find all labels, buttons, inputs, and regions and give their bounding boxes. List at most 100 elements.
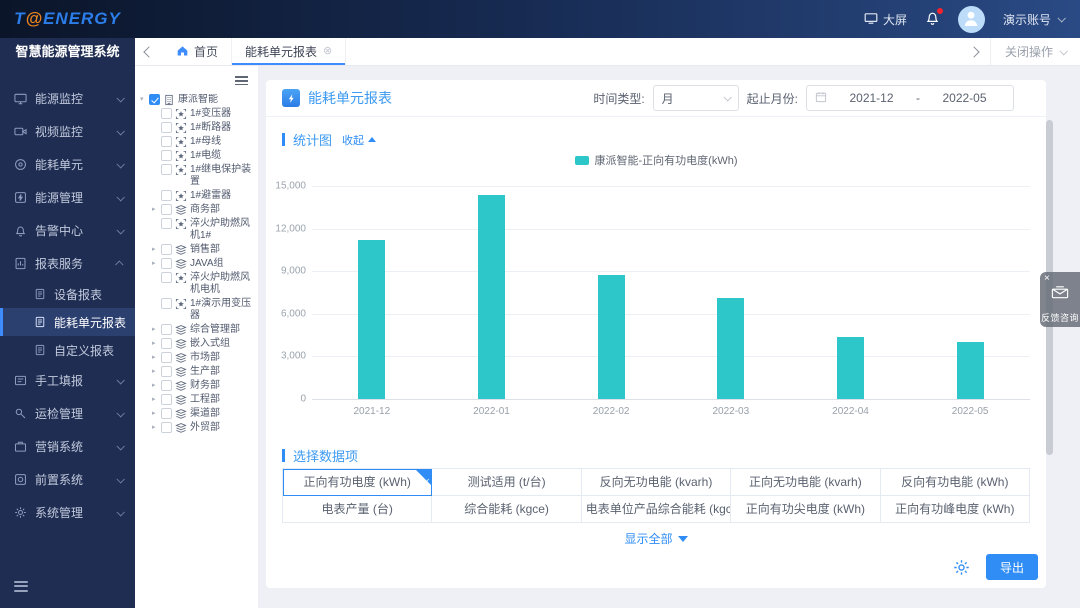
sidebar-item-9[interactable]: 前置系统 [0, 463, 135, 496]
feedback-widget[interactable]: 反馈咨询 [1040, 272, 1080, 327]
tree-checkbox[interactable] [161, 150, 172, 161]
tree-checkbox[interactable] [161, 122, 172, 133]
tree-node[interactable]: 淬火炉助燃风机1# [152, 218, 256, 242]
tree-node[interactable]: 1#电缆 [152, 150, 256, 162]
close-icon[interactable] [323, 46, 332, 57]
sidebar-item-8[interactable]: 营销系统 [0, 430, 135, 463]
show-all-link[interactable]: 显示全部 [266, 530, 1046, 547]
data-item-cell-1-4[interactable]: 正向有功峰电度 (kWh) [881, 496, 1030, 523]
tree-node[interactable]: ▸外贸部 [152, 422, 256, 434]
range-start-value[interactable]: 2021-12 [831, 91, 912, 105]
sidebar-subitem-5-1[interactable]: 能耗单元报表 [0, 308, 135, 336]
sidebar-item-3[interactable]: 能源管理 [0, 181, 135, 214]
tab-energy-unit-report[interactable]: 能耗单元报表 [232, 38, 346, 65]
tree-caret-icon[interactable]: ▸ [152, 324, 161, 336]
collapse-chart-link[interactable]: 收起 [342, 132, 376, 148]
tree-checkbox[interactable] [161, 258, 172, 269]
account-menu[interactable]: 演示账号 [1003, 11, 1064, 28]
tree-node[interactable]: ▸嵌入式组 [152, 338, 256, 350]
nav-back-button[interactable] [135, 45, 163, 59]
tree-node[interactable]: 1#继电保护装置 [152, 164, 256, 188]
tree-caret-icon[interactable]: ▾ [140, 94, 149, 106]
close-operations-dropdown[interactable]: 关闭操作 [990, 38, 1080, 65]
tree-checkbox[interactable] [149, 94, 160, 105]
tree-checkbox[interactable] [161, 366, 172, 377]
tree-collapse-button[interactable] [235, 74, 248, 88]
sidebar-item-0[interactable]: 能源监控 [0, 82, 135, 115]
tree-caret-icon[interactable]: ▸ [152, 394, 161, 406]
data-item-cell-0-2[interactable]: 反向无功电能 (kvarh) [582, 469, 731, 496]
tree-caret-icon[interactable]: ▸ [152, 244, 161, 256]
notification-bell-button[interactable] [925, 10, 940, 28]
data-item-cell-1-1[interactable]: 综合能耗 (kgce) [432, 496, 581, 523]
tree-checkbox[interactable] [161, 204, 172, 215]
tree-checkbox[interactable] [161, 244, 172, 255]
tree-caret-icon[interactable]: ▸ [152, 258, 161, 270]
tree-caret-icon[interactable]: ▸ [152, 408, 161, 420]
tree-node[interactable]: 1#母线 [152, 136, 256, 148]
tree-checkbox[interactable] [161, 272, 172, 283]
tree-checkbox[interactable] [161, 164, 172, 175]
tree-checkbox[interactable] [161, 108, 172, 119]
tree-caret-icon[interactable]: ▸ [152, 422, 161, 434]
sidebar-item-2[interactable]: 能耗单元 [0, 148, 135, 181]
sidebar-item-4[interactable]: 告警中心 [0, 214, 135, 247]
nav-forward-button[interactable] [958, 45, 990, 59]
tree-node[interactable]: ▸生产部 [152, 366, 256, 378]
sidebar-item-6[interactable]: 手工填报 [0, 364, 135, 397]
tree-checkbox[interactable] [161, 380, 172, 391]
time-type-select[interactable]: 月 [653, 85, 739, 111]
tree-node[interactable]: 1#演示用变压器 [152, 298, 256, 322]
tree-checkbox[interactable] [161, 394, 172, 405]
month-range-picker[interactable]: 2021-12 - 2022-05 [806, 85, 1014, 111]
tree-checkbox[interactable] [161, 408, 172, 419]
sidebar-item-10[interactable]: 系统管理 [0, 496, 135, 529]
tree-checkbox[interactable] [161, 298, 172, 309]
range-end-value[interactable]: 2022-05 [924, 91, 1005, 105]
avatar[interactable] [958, 6, 985, 33]
tree-caret-icon[interactable]: ▸ [152, 204, 161, 216]
data-item-cell-0-4[interactable]: 反向有功电能 (kWh) [881, 469, 1030, 496]
tree-node[interactable]: ▸财务部 [152, 380, 256, 392]
data-item-cell-1-2[interactable]: 电表单位产品综合能耗 (kgce/... [582, 496, 731, 523]
tree-node[interactable]: 1#变压器 [152, 108, 256, 120]
tree-checkbox[interactable] [161, 352, 172, 363]
data-item-cell-0-1[interactable]: 测试适用 (t/台) [432, 469, 581, 496]
tree-checkbox[interactable] [161, 338, 172, 349]
tab-home[interactable]: 首页 [163, 38, 232, 65]
tree-caret-icon[interactable]: ▸ [152, 352, 161, 364]
tree-node[interactable]: 淬火炉助燃风机电机 [152, 272, 256, 296]
tree-checkbox[interactable] [161, 324, 172, 335]
tree-node[interactable]: ▸市场部 [152, 352, 256, 364]
export-button[interactable]: 导出 [986, 554, 1038, 580]
big-screen-button[interactable]: 大屏 [864, 11, 907, 28]
sidebar-item-7[interactable]: 运检管理 [0, 397, 135, 430]
tree-checkbox[interactable] [161, 218, 172, 229]
sidebar-item-5[interactable]: 报表服务 [0, 247, 135, 280]
data-item-cell-1-0[interactable]: 电表产量 (台) [283, 496, 432, 523]
tree-node[interactable]: ▸商务部 [152, 204, 256, 216]
tree-caret-icon[interactable]: ▸ [152, 366, 161, 378]
tree-node[interactable]: ▸工程部 [152, 394, 256, 406]
sidebar-item-1[interactable]: 视频监控 [0, 115, 135, 148]
tree-node[interactable]: 1#避雷器 [152, 190, 256, 202]
sidebar-collapse-button[interactable] [14, 578, 28, 594]
tree-caret-icon[interactable]: ▸ [152, 338, 161, 350]
tree-node[interactable]: ▸JAVA组 [152, 258, 256, 270]
sidebar-subitem-5-2[interactable]: 自定义报表 [0, 336, 135, 364]
tree-node[interactable]: 1#断路器 [152, 122, 256, 134]
sidebar-subitem-5-0[interactable]: 设备报表 [0, 280, 135, 308]
tree-checkbox[interactable] [161, 190, 172, 201]
tree-node[interactable]: ▾康派智能 [140, 94, 256, 106]
data-item-cell-0-3[interactable]: 正向无功电能 (kvarh) [731, 469, 880, 496]
tree-checkbox[interactable] [161, 422, 172, 433]
tree-node[interactable]: ▸综合管理部 [152, 324, 256, 336]
tree-checkbox[interactable] [161, 136, 172, 147]
tree-caret-icon[interactable]: ▸ [152, 380, 161, 392]
tree-node[interactable]: ▸渠道部 [152, 408, 256, 420]
data-item-cell-0-0[interactable]: 正向有功电度 (kWh)✓ [283, 469, 432, 496]
tree-node[interactable]: ▸销售部 [152, 244, 256, 256]
settings-gear-button[interactable] [953, 559, 970, 576]
close-icon[interactable] [1044, 273, 1050, 284]
data-item-cell-1-3[interactable]: 正向有功尖电度 (kWh) [731, 496, 880, 523]
